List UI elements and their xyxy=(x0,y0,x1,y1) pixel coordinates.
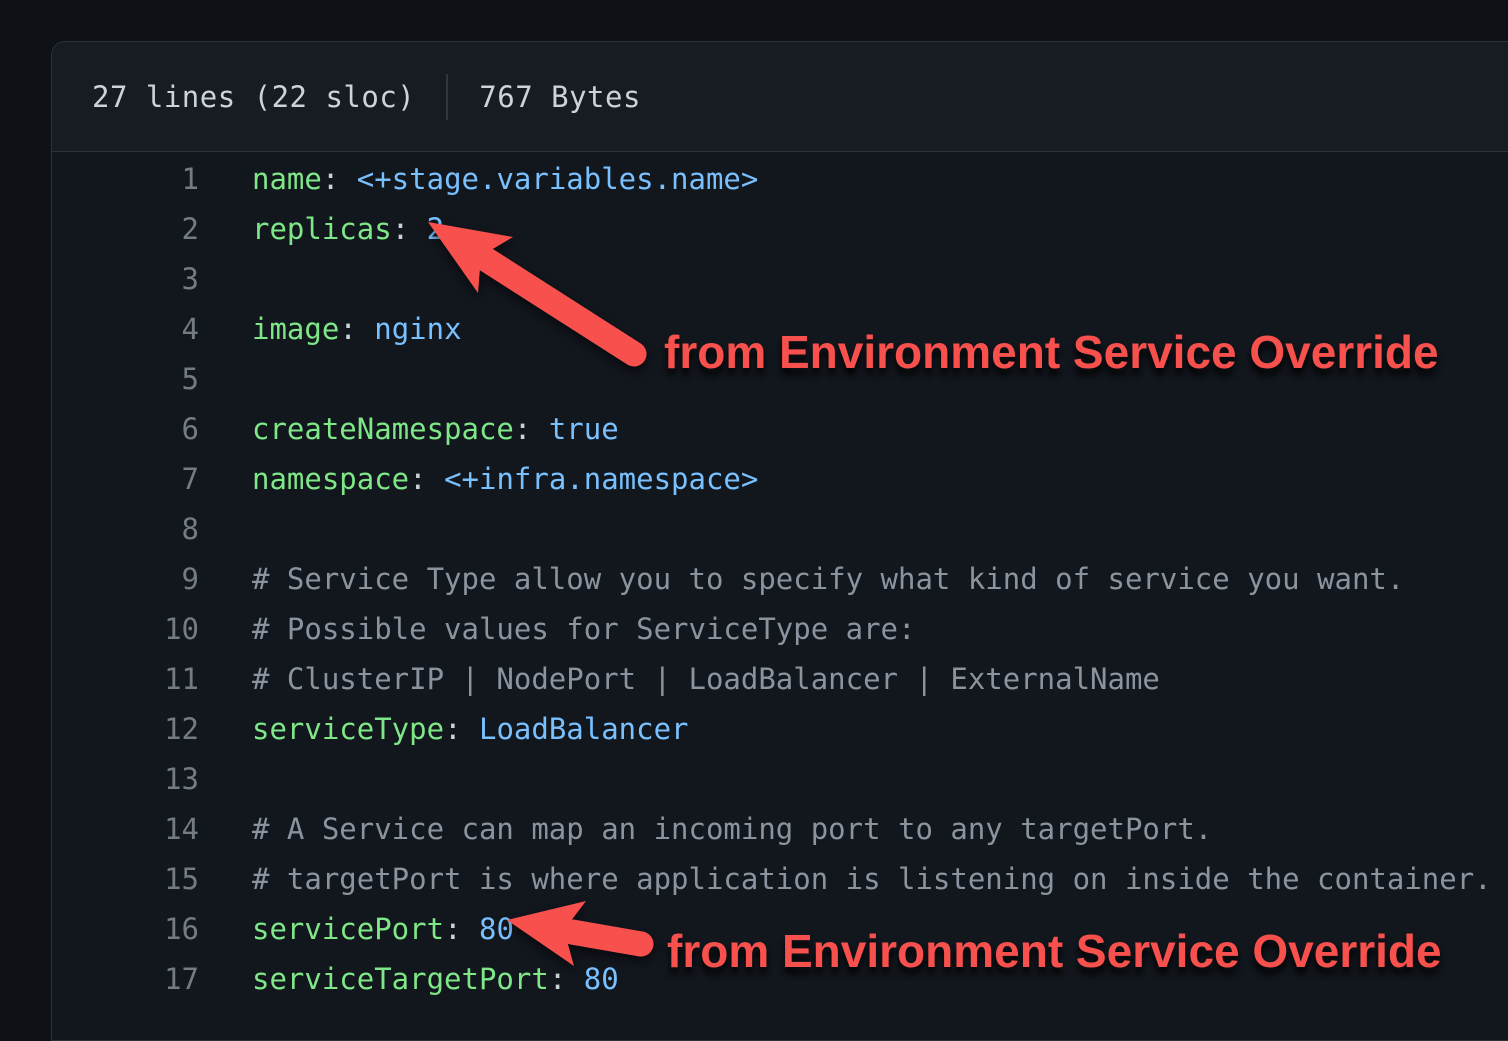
code-line: 6 createNamespace: true xyxy=(52,404,1508,454)
line-number[interactable]: 2 xyxy=(52,204,199,254)
code-line: 14 # A Service can map an incoming port … xyxy=(52,804,1508,854)
line-number[interactable]: 9 xyxy=(52,554,199,604)
code-line: 11 # ClusterIP | NodePort | LoadBalancer… xyxy=(52,654,1508,704)
file-lines-info: 27 lines (22 sloc) xyxy=(92,80,415,114)
line-content: replicas: 2 xyxy=(199,204,444,254)
line-content: serviceType: LoadBalancer xyxy=(199,704,689,754)
annotation-label-replicas: from Environment Service Override xyxy=(664,325,1439,379)
line-number[interactable]: 8 xyxy=(52,504,199,554)
line-number[interactable]: 1 xyxy=(52,154,199,204)
line-number[interactable]: 11 xyxy=(52,654,199,704)
line-content: # Service Type allow you to specify what… xyxy=(199,554,1404,604)
line-content: createNamespace: true xyxy=(199,404,619,454)
line-number[interactable]: 7 xyxy=(52,454,199,504)
line-number[interactable]: 10 xyxy=(52,604,199,654)
header-divider xyxy=(446,74,448,120)
file-header: 27 lines (22 sloc) 767 Bytes xyxy=(52,42,1508,152)
line-number[interactable]: 12 xyxy=(52,704,199,754)
line-content xyxy=(199,504,252,554)
line-content xyxy=(199,254,252,304)
line-content: # A Service can map an incoming port to … xyxy=(199,804,1212,854)
line-number[interactable]: 14 xyxy=(52,804,199,854)
line-number[interactable]: 5 xyxy=(52,354,199,404)
line-content: name: <+stage.variables.name> xyxy=(199,154,758,204)
annotation-label-serviceport: from Environment Service Override xyxy=(667,924,1442,978)
code-line: 7 namespace: <+infra.namespace> xyxy=(52,454,1508,504)
code-line: 10 # Possible values for ServiceType are… xyxy=(52,604,1508,654)
line-content xyxy=(199,354,252,404)
code-line: 8 xyxy=(52,504,1508,554)
line-number[interactable]: 3 xyxy=(52,254,199,304)
line-content: # Possible values for ServiceType are: xyxy=(199,604,915,654)
code-line: 13 xyxy=(52,754,1508,804)
code-line: 2 replicas: 2 xyxy=(52,204,1508,254)
line-content: # ClusterIP | NodePort | LoadBalancer | … xyxy=(199,654,1160,704)
code-line: 3 xyxy=(52,254,1508,304)
code-line: 12 serviceType: LoadBalancer xyxy=(52,704,1508,754)
line-number[interactable]: 16 xyxy=(52,904,199,954)
file-size-info: 767 Bytes xyxy=(479,80,641,114)
line-content: # targetPort is where application is lis… xyxy=(199,854,1492,904)
code-blob: 1 name: <+stage.variables.name> 2 replic… xyxy=(52,152,1508,1004)
line-content: namespace: <+infra.namespace> xyxy=(199,454,758,504)
line-content: serviceTargetPort: 80 xyxy=(199,954,619,1004)
line-number[interactable]: 17 xyxy=(52,954,199,1004)
code-line: 1 name: <+stage.variables.name> xyxy=(52,154,1508,204)
line-number[interactable]: 13 xyxy=(52,754,199,804)
line-number[interactable]: 6 xyxy=(52,404,199,454)
code-line: 15 # targetPort is where application is … xyxy=(52,854,1508,904)
line-content: image: nginx xyxy=(199,304,462,354)
code-line: 9 # Service Type allow you to specify wh… xyxy=(52,554,1508,604)
file-viewer-panel: 27 lines (22 sloc) 767 Bytes 1 name: <+s… xyxy=(51,41,1508,1041)
line-number[interactable]: 4 xyxy=(52,304,199,354)
line-number[interactable]: 15 xyxy=(52,854,199,904)
line-content xyxy=(199,754,252,804)
line-content: servicePort: 80 xyxy=(199,904,514,954)
